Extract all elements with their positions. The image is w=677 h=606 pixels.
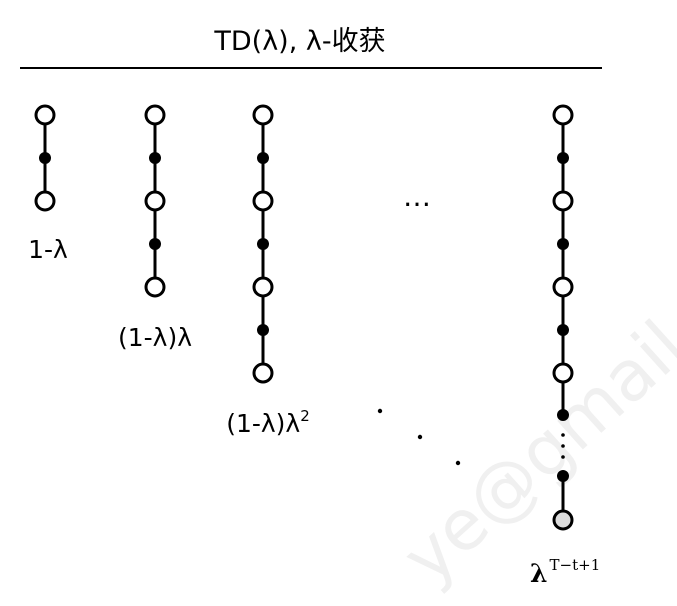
action-node xyxy=(149,238,161,250)
diagram-title: TD(λ), λ-收获 xyxy=(213,26,385,57)
state-node xyxy=(252,190,274,212)
state-node xyxy=(144,276,166,298)
state-node xyxy=(252,104,274,126)
action-node xyxy=(557,324,569,336)
weight-label: (1-λ)λ2 xyxy=(226,407,310,438)
watermark: ye@gmail xyxy=(387,305,677,599)
backup-column-final: λ T−t+1 xyxy=(530,104,600,588)
horizontal-ellipsis: … xyxy=(403,180,431,213)
td-lambda-diagram: ye@gmail TD(λ), λ-收获 1-λ (1-λ)λ (1-λ)λ2 … xyxy=(20,26,677,599)
action-node xyxy=(557,470,569,482)
weight-label: (1-λ)λ xyxy=(118,323,192,352)
vertical-ellipsis-dot xyxy=(561,444,565,448)
backup-column-3: (1-λ)λ2 xyxy=(226,104,310,438)
state-node xyxy=(34,190,56,212)
backup-column-1: 1-λ xyxy=(28,104,68,264)
ellipsis-dot xyxy=(455,460,461,466)
action-node xyxy=(257,238,269,250)
state-node xyxy=(252,362,274,384)
state-node xyxy=(144,190,166,212)
weight-label: λ T−t+1 xyxy=(530,556,600,588)
action-node xyxy=(557,238,569,250)
state-node xyxy=(552,104,574,126)
action-node xyxy=(149,152,161,164)
state-node xyxy=(552,362,574,384)
action-node xyxy=(257,152,269,164)
state-node xyxy=(552,276,574,298)
terminal-state-node xyxy=(552,509,574,531)
ellipsis-dot xyxy=(417,434,423,440)
backup-column-2: (1-λ)λ xyxy=(118,104,192,352)
state-node xyxy=(144,104,166,126)
vertical-ellipsis-dot xyxy=(561,433,565,437)
action-node xyxy=(257,324,269,336)
diagonal-ellipsis xyxy=(377,408,461,466)
action-node xyxy=(39,152,51,164)
vertical-ellipsis-dot xyxy=(561,455,565,459)
action-node xyxy=(557,409,569,421)
state-node xyxy=(34,104,56,126)
state-node xyxy=(252,276,274,298)
ellipsis-dot xyxy=(377,408,383,414)
action-node xyxy=(557,152,569,164)
weight-label: 1-λ xyxy=(28,235,68,264)
state-node xyxy=(552,190,574,212)
